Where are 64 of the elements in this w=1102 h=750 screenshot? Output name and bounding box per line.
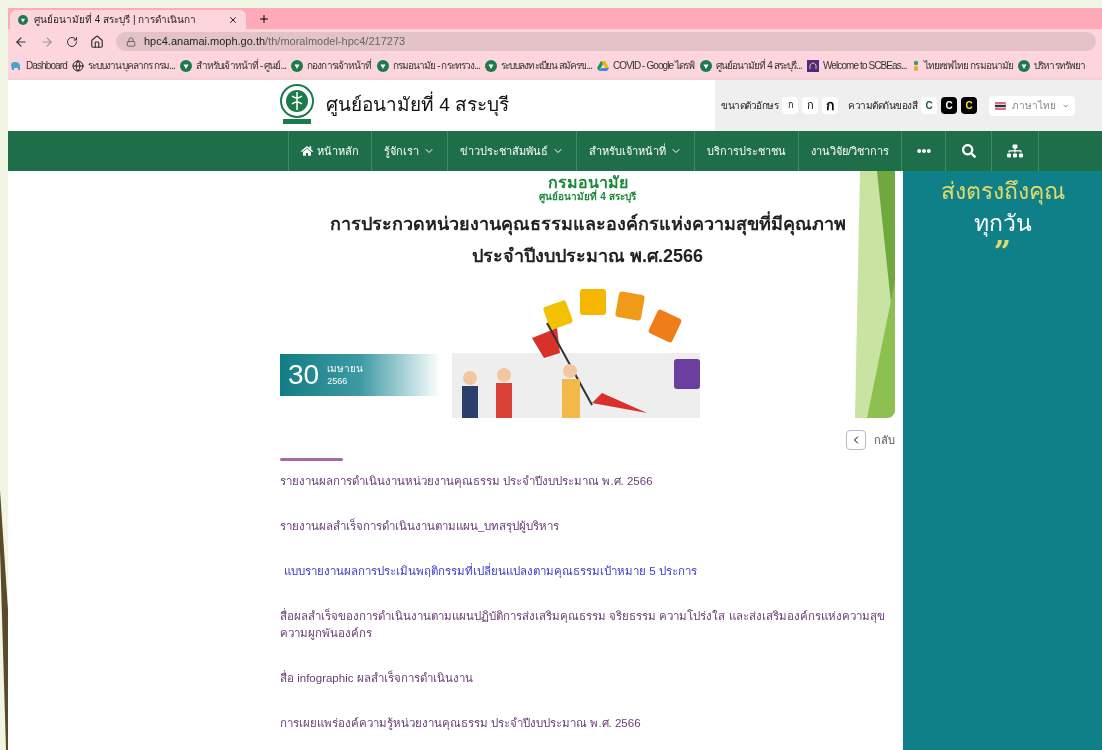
sitemap-icon [1007, 143, 1024, 159]
contrast-button[interactable]: C [961, 97, 977, 114]
font-size-button[interactable]: ก [782, 97, 798, 114]
contrast-button[interactable]: C [941, 97, 957, 114]
leaf-badge-icon [699, 59, 712, 72]
font-size-label: ขนาดตัวอักษร [721, 99, 778, 113]
flag-icon [995, 100, 1006, 111]
leaf-badge-icon [376, 59, 389, 72]
globe-icon [71, 59, 84, 72]
quote-mark: ” [993, 239, 1012, 265]
document-link[interactable]: การเผยแพร่องค์ความรู้หน่วยงานคุณธรรม ประจำปีงบประมาณ พ.ศ. 2566 [280, 715, 895, 732]
new-tab-icon[interactable] [258, 13, 270, 25]
document-link[interactable]: แบบรายงานผลการประเมินพฤติกรรมที่เปลี่ยนแปลงตามคุณธรรมเป้าหมาย 5 ประการ [280, 563, 895, 580]
close-icon[interactable] [228, 14, 238, 25]
bookmark[interactable]: ศูนย์อนามัยที่ 4 สระบุรี... [699, 58, 802, 73]
bookmark[interactable]: สำหรับเจ้าหน้าที่ - ศูนย์... [179, 58, 287, 73]
browser-tab[interactable]: ศูนย์อนามัยที่ 4 สระบุรี | การดำเนินกา [10, 10, 246, 29]
language-select[interactable]: ภาษาไทย [989, 95, 1075, 116]
font-size-button[interactable]: ก [802, 97, 818, 114]
back-button[interactable] [846, 430, 866, 450]
bookmark[interactable]: กรมอนามัย - กระทรวง... [376, 58, 480, 73]
site-title: ศูนย์อนามัยที่ 4 สระบุรี [326, 91, 510, 120]
contrast-label: ความตัดกันของสี [848, 99, 917, 113]
elephant-icon [10, 59, 22, 72]
document-link[interactable]: รายงานผลการดำเนินงานหน่วยงานคุณธรรม ประจำปีงบประมาณ พ.ศ. 2566 [280, 473, 895, 490]
font-size-button[interactable]: ก [822, 97, 838, 114]
bookmark[interactable]: ไทยเซฟไทย กรมอนามัย [911, 58, 1014, 73]
building-logo-icon [807, 59, 819, 72]
bookmark[interactable]: บริหารทรัพยา [1018, 58, 1086, 73]
date-year: 2566 [327, 375, 349, 387]
document-link[interactable]: รายงานผลสำเร็จการดำเนินงานตามแผน_บทสรุปผู้บริหาร [280, 518, 895, 535]
triangle-logo-icon [597, 59, 610, 72]
org-name: กรมอนามัย [547, 175, 628, 191]
back-label[interactable]: กลับ [874, 431, 895, 449]
date-day: 30 [288, 361, 320, 389]
bookmark[interactable]: ระบบลงทะเบียน สมัครข... [484, 58, 593, 73]
figure-icon [911, 59, 920, 72]
leaf-badge-icon [18, 14, 28, 25]
bookmark[interactable]: COVID - Google ไดรฟ์ [597, 58, 695, 73]
leaf-badge-icon [1018, 59, 1031, 72]
reload-icon[interactable] [66, 35, 78, 48]
tab-title: ศูนย์อนามัยที่ 4 สระบุรี | การดำเนินกา [34, 12, 198, 27]
sidebar-headline: ส่งตรงถึงคุณ [940, 177, 1065, 207]
home-icon [301, 145, 313, 157]
leaf-badge-icon [291, 59, 304, 72]
contrast-button[interactable]: C [921, 97, 937, 114]
back-icon[interactable] [14, 34, 28, 49]
lock-icon [126, 36, 136, 47]
banner-headline: การประกวดหน่วยงานคุณธรรมและองค์กรแห่งความสุขที่มีคุณภาพ [329, 210, 846, 238]
date-month: เมษายน [327, 363, 364, 376]
bookmark[interactable]: Dashboard [10, 58, 67, 73]
search-icon [961, 144, 976, 158]
sidebar-subline: ทุกวัน [973, 209, 1032, 239]
bookmark[interactable]: ระบบงานบุคลากร กรม... [71, 58, 175, 73]
document-link[interactable]: สื่อผลสำเร็จของการดำเนินงานตามแผนปฏิบัติการส่งเสริมคุณธรรม จริยธรรม ความโปร่งใส และส่งเสริมองค์กรแห่งความสุขความผูกพันองค์กร [280, 608, 895, 642]
leaf-badge-icon [179, 59, 192, 72]
leaf-badge-icon [484, 59, 497, 72]
address-field[interactable]: hpc4.anamai.moph.go.th/th/moralmodel-hpc4/217273 [116, 32, 1096, 51]
home-icon[interactable] [90, 34, 104, 49]
url-text: hpc4.anamai.moph.go.th/th/moralmodel-hpc4/217273 [144, 34, 406, 50]
banner-headline: ประจำปีงบประมาณ พ.ศ.2566 [471, 244, 703, 268]
bookmark[interactable]: กองการเจ้าหน้าที่ [291, 58, 372, 73]
document-link[interactable]: สื่อ infographic ผลสำเร็จการดำเนินงาน [280, 670, 895, 687]
bookmark[interactable]: Welcome to SCBEas... [807, 58, 907, 73]
